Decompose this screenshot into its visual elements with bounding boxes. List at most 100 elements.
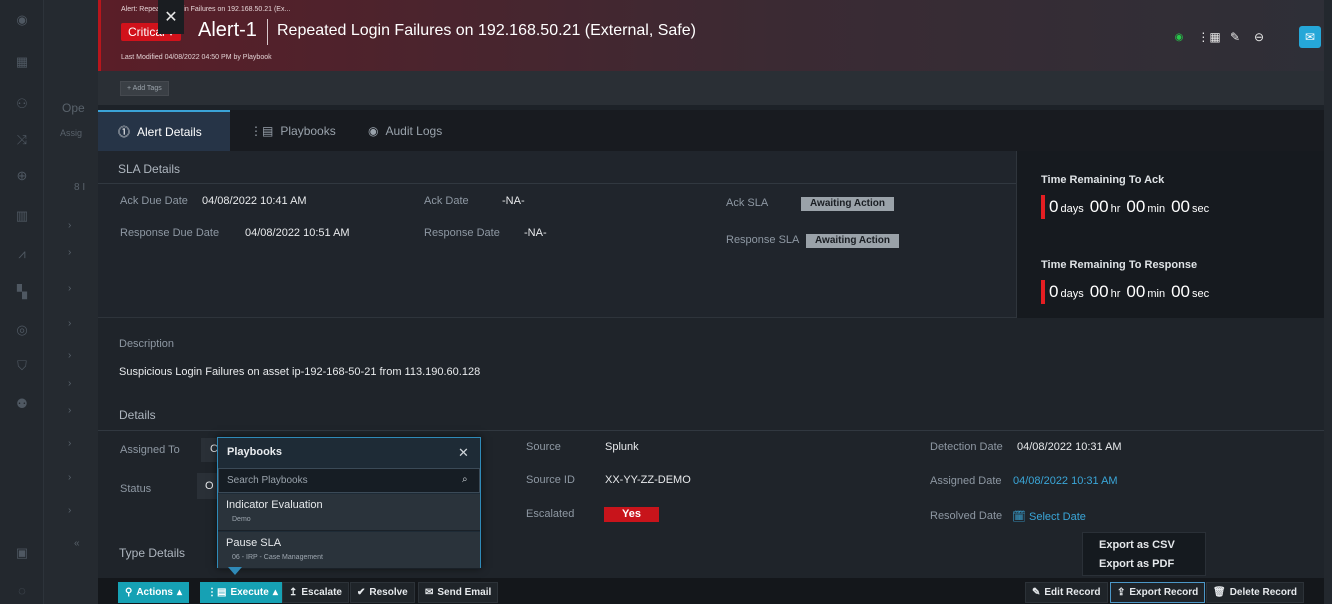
alert-header: Alert: Repeated Login Failures on 192.16… — [98, 0, 1324, 71]
info-icon[interactable]: ◌ — [12, 580, 32, 600]
grid-icon[interactable]: ▚ — [12, 282, 32, 302]
building-icon[interactable]: ▥ — [12, 206, 32, 226]
chevron-right-icon: › — [68, 350, 72, 361]
background-count: 8 I — [74, 182, 86, 193]
tab-playbooks[interactable]: ⋮▤ Playbooks — [250, 110, 336, 151]
timer-days: 0 — [1049, 197, 1059, 216]
chevron-up-icon: ▴ — [177, 587, 183, 598]
scrollbar[interactable] — [1324, 0, 1332, 604]
tab-label: Alert Details — [137, 124, 202, 139]
export-record-button[interactable]: ⇪ Export Record — [1110, 582, 1206, 603]
delete-record-label: Delete Record — [1229, 587, 1297, 598]
eye-icon: ◉ — [368, 123, 379, 138]
description-text: Suspicious Login Failures on asset ip-19… — [119, 366, 481, 378]
assigned-to-label: Assigned To — [120, 444, 180, 456]
timer-hours: 00 — [1089, 197, 1109, 216]
edit-record-label: Edit Record — [1044, 587, 1101, 598]
actions-label: Actions — [136, 587, 173, 598]
edit-record-button[interactable]: ✎ Edit Record — [1025, 582, 1108, 603]
timer-seconds-unit: sec — [1192, 288, 1210, 300]
response-sla-badge: Awaiting Action — [806, 234, 899, 248]
tab-alert-details[interactable]: ⓵ Alert Details — [98, 110, 230, 151]
timer-minutes-unit: min — [1147, 203, 1166, 215]
timer-days-unit: days — [1060, 203, 1084, 215]
tab-audit-logs[interactable]: ◉ Audit Logs — [368, 110, 442, 151]
chevron-left-icon: « — [74, 538, 80, 549]
target-icon[interactable]: ⊕ — [12, 166, 32, 186]
export-csv-item[interactable]: Export as CSV — [1099, 539, 1175, 551]
shield-icon[interactable]: ⛉ — [12, 356, 32, 376]
tab-bar: ⓵ Alert Details ⋮▤ Playbooks ◉ Audit Log… — [98, 110, 1324, 151]
add-tags-button[interactable]: + Add Tags — [120, 81, 169, 96]
edit-icon[interactable]: ✎ — [1225, 27, 1245, 47]
chat-icon[interactable]: ✉ — [1299, 26, 1321, 48]
playbook-icon: ⋮▤ — [207, 587, 227, 598]
playbook-name: Pause SLA — [226, 537, 282, 549]
playbook-collection: Demo — [232, 516, 251, 523]
chevron-right-icon: › — [68, 438, 72, 449]
export-pdf-item[interactable]: Export as PDF — [1099, 558, 1174, 570]
escalate-button[interactable]: ↥ Escalate — [282, 582, 349, 603]
close-icon[interactable]: ✕ — [458, 445, 469, 461]
select-date-link[interactable]: 🗓 Select Date — [1012, 510, 1086, 523]
send-email-button[interactable]: ✉ Send Email — [418, 582, 499, 603]
alert-title[interactable]: Repeated Login Failures on 192.168.50.21… — [277, 22, 696, 40]
actions-button[interactable]: ⚲ Actions ▴ — [118, 582, 190, 603]
status-field[interactable]: O — [197, 473, 219, 499]
background-heading: Ope — [62, 101, 85, 115]
playbook-name: Indicator Evaluation — [226, 499, 323, 511]
playbook-search-field[interactable]: Search Playbooks ⌕ — [218, 468, 480, 493]
chevron-right-icon: › — [68, 247, 72, 258]
link-icon[interactable]: ⊖ — [1249, 27, 1269, 47]
timer-minutes: 00 — [1126, 197, 1146, 216]
ack-timer-title: Time Remaining To Ack — [1041, 174, 1165, 186]
divider — [98, 183, 1016, 184]
close-button[interactable]: ✕ — [158, 0, 184, 34]
chevron-up-icon: ▴ — [272, 587, 278, 598]
delete-record-button[interactable]: 🗑 Delete Record — [1206, 582, 1304, 603]
background-label: Assig — [60, 128, 83, 138]
escalated-badge: Yes — [604, 507, 659, 522]
playbook-item[interactable]: Indicator Evaluation Demo — [218, 494, 480, 531]
assigned-date-label: Assigned Date — [930, 475, 1002, 487]
timer-seconds-unit: sec — [1192, 203, 1210, 215]
check-icon: ✔ — [357, 587, 366, 598]
ack-date-label: Ack Date — [424, 195, 469, 207]
chevron-right-icon: › — [68, 472, 72, 483]
playbook-collection: 06 - IRP - Case Management — [232, 554, 323, 561]
trash-icon: 🗑 — [1213, 587, 1226, 598]
chevron-right-icon: › — [68, 505, 72, 516]
users-icon[interactable]: ⚇ — [12, 94, 32, 114]
playbook-icon[interactable]: ⋮▦ — [1197, 27, 1220, 47]
response-sla-label: Response SLA — [726, 234, 800, 246]
logo-icon[interactable]: ◉ — [12, 10, 32, 30]
send-email-label: Send Email — [437, 587, 492, 598]
resolve-button[interactable]: ✔ Resolve — [350, 582, 415, 603]
timer-hours-unit: hr — [1110, 288, 1121, 300]
background-panel: Ope Assig 8 I › › › › › › › › › › « — [44, 0, 98, 604]
timer-days-unit: days — [1060, 288, 1084, 300]
bullseye-icon[interactable]: ◎ — [12, 320, 32, 340]
ack-due-value: 04/08/2022 10:41 AM — [202, 195, 307, 207]
source-id-label: Source ID — [526, 474, 575, 486]
details-title: Details — [119, 408, 156, 422]
sla-timers: Time Remaining To Ack 0 days 00 hr 00 min 0… — [1016, 151, 1324, 318]
timer-seconds: 00 — [1171, 282, 1190, 301]
select-date-label: Select Date — [1029, 511, 1086, 523]
team-icon[interactable]: ⚉ — [12, 394, 32, 414]
mail-icon: ✉ — [425, 587, 434, 598]
execute-button[interactable]: ⋮▤ Execute ▴ — [200, 582, 285, 603]
device-icon[interactable]: ▣ — [12, 543, 32, 563]
search-placeholder: Search Playbooks — [227, 475, 308, 486]
playbook-item[interactable]: Pause SLA 06 - IRP - Case Management — [218, 532, 480, 569]
timer-hours-unit: hr — [1110, 203, 1121, 215]
divider — [98, 430, 1324, 431]
escalated-label: Escalated — [526, 508, 575, 520]
shuffle-icon[interactable]: ⤨ — [12, 130, 32, 150]
assigned-date-value[interactable]: 04/08/2022 10:31 AM — [1013, 475, 1118, 487]
calendar-icon: 🗓 — [1012, 511, 1026, 523]
dashboard-icon[interactable]: ▦ — [12, 52, 32, 72]
chart-icon[interactable]: ⩘ — [12, 244, 32, 264]
popup-title: Playbooks — [227, 446, 283, 458]
ack-date-value: -NA- — [502, 195, 525, 207]
